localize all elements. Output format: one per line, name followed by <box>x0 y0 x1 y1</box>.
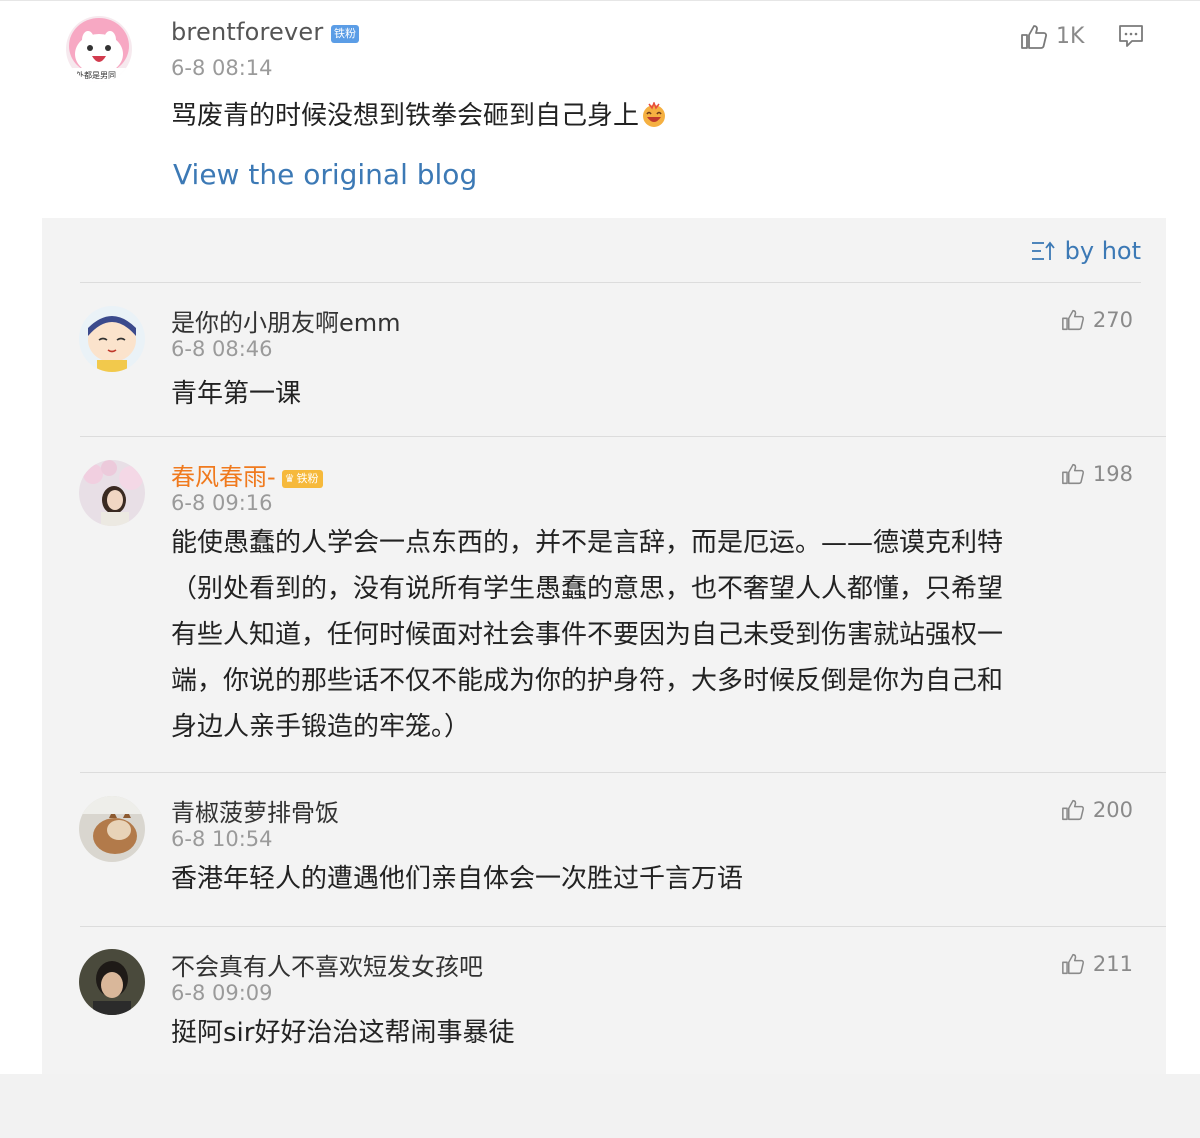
fan-badge-label: 铁粉 <box>296 472 319 485</box>
crown-icon: ♛ <box>284 472 295 485</box>
comment-like-count: 270 <box>1092 308 1133 332</box>
comment-text: 能使愚蠢的人学会一点东西的，并不是言辞，而是厄运。——德谟克利特 （别处看到的，… <box>171 520 1136 750</box>
post-author-name[interactable]: brentforever <box>171 18 323 46</box>
comment-like-button[interactable]: 270 <box>1061 308 1133 332</box>
commenter-name[interactable]: 春风春雨- ♛ 铁粉 <box>171 457 323 492</box>
comment-text: 香港年轻人的遭遇他们亲自体会一次胜过千言万语 <box>171 864 744 894</box>
comment-text-line: （别处看到的，没有说所有学生愚蠢的意思，也不奢望人人都懂，只希望 <box>171 574 1004 604</box>
comment-text-line: 能使愚蠢的人学会一点东西的，并不是言辞，而是厄运。——德谟克利特 <box>171 528 1004 558</box>
comment-text: 青年第一课 <box>171 379 302 409</box>
commenter-avatar[interactable] <box>79 306 145 372</box>
fan-badge: 铁粉 <box>331 25 359 43</box>
commenter-avatar[interactable] <box>79 796 145 862</box>
post-timestamp: 6-8 08:14 <box>171 56 273 80</box>
comment-like-count: 211 <box>1092 952 1133 976</box>
comment-item: 不会真有人不喜欢短发女孩吧 6-8 09:09 211 挺阿sir好好治治这帮闹… <box>42 926 1166 1074</box>
avatar-caption: 外都是男同 <box>76 71 116 80</box>
comment-like-button[interactable]: 211 <box>1061 952 1133 976</box>
comment-text-line: 端，你说的那些话不仅不能成为你的护身符，大多时候反倒是你为自己和 <box>171 666 1004 696</box>
comment-like-button[interactable]: 198 <box>1061 462 1133 486</box>
view-original-blog-link[interactable]: View the original blog <box>173 158 477 191</box>
post-text: 骂废青的时候没想到铁拳会砸到自己身上 <box>171 95 667 132</box>
thumbs-up-icon[interactable] <box>1020 24 1048 50</box>
thumbs-up-icon <box>1061 799 1084 821</box>
sort-by-hot-button[interactable]: by hot <box>1031 237 1141 265</box>
laughing-emoji-icon <box>643 102 666 127</box>
commenter-name-text: 春风春雨- <box>171 463 276 491</box>
comments-panel: by hot 是你的小朋友啊emm 6-8 08:46 270 青年第一课 春风… <box>42 218 1166 1074</box>
comment-text-line: 有些人知道，任何时候面对社会事件不要因为自己未受到伤害就站强权一 <box>171 620 1004 650</box>
post-author-avatar[interactable]: 外都是男同 <box>66 16 132 82</box>
commenter-name[interactable]: 青椒菠萝排骨饭 <box>171 793 339 828</box>
sort-icon <box>1031 241 1055 260</box>
post-text-content: 骂废青的时候没想到铁拳会砸到自己身上 <box>171 101 640 131</box>
thumbs-up-icon <box>1061 953 1084 975</box>
comment-like-button[interactable]: 200 <box>1061 798 1133 822</box>
bottom-bar <box>0 1074 1200 1138</box>
thumbs-up-icon <box>1061 309 1084 331</box>
comment-text: 挺阿sir好好治治这帮闹事暴徒 <box>171 1018 515 1048</box>
sort-label: by hot <box>1064 237 1141 265</box>
comment-like-count: 200 <box>1092 798 1133 822</box>
fan-badge: ♛ 铁粉 <box>281 470 323 488</box>
comment-timestamp: 6-8 09:09 <box>171 981 273 1005</box>
commenter-avatar[interactable] <box>79 460 145 526</box>
comment-timestamp: 6-8 08:46 <box>171 337 273 361</box>
comment-item: 青椒菠萝排骨饭 6-8 10:54 200 香港年轻人的遭遇他们亲自体会一次胜过… <box>42 772 1166 926</box>
commenter-avatar[interactable] <box>79 949 145 1015</box>
commenter-name[interactable]: 不会真有人不喜欢短发女孩吧 <box>171 947 483 982</box>
comment-text-line: 身边人亲手锻造的牢笼。） <box>171 712 471 742</box>
comment-icon[interactable] <box>1118 24 1144 48</box>
comment-item: 春风春雨- ♛ 铁粉 6-8 09:16 198 能使愚蠢的人学会一点东西的，并不是… <box>42 436 1166 772</box>
thumbs-up-icon <box>1061 463 1084 485</box>
post-like-count[interactable]: 1K <box>1056 24 1084 49</box>
commenter-name[interactable]: 是你的小朋友啊emm <box>171 303 401 338</box>
main-post: 外都是男同 brentforever 铁粉 6-8 08:14 1K 骂废青的时… <box>0 0 1200 218</box>
comment-timestamp: 6-8 09:16 <box>171 491 273 515</box>
comment-like-count: 198 <box>1092 462 1133 486</box>
comment-timestamp: 6-8 10:54 <box>171 827 273 851</box>
comment-item: 是你的小朋友啊emm 6-8 08:46 270 青年第一课 <box>42 282 1166 436</box>
